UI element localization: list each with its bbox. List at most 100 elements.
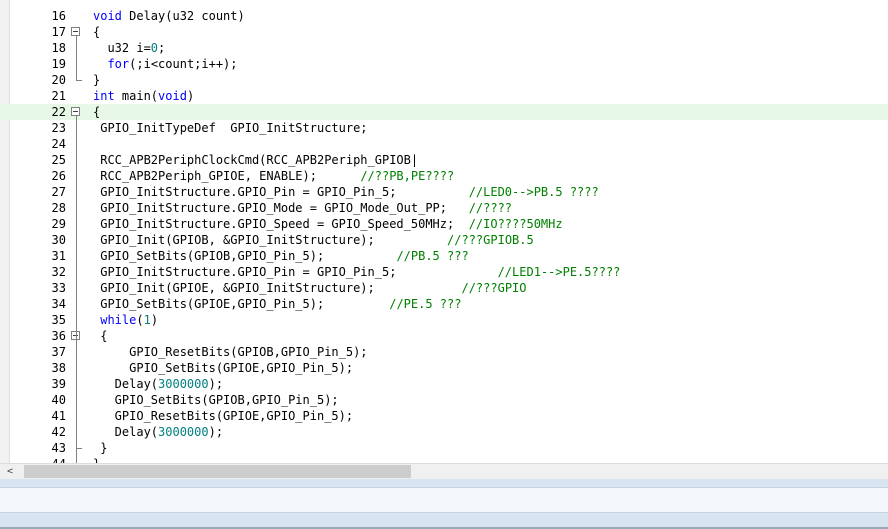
code-token: GPIO_Init(GPIOE, &GPIO_InitStructure); — [93, 281, 462, 295]
code-text[interactable]: while(1) — [93, 312, 158, 328]
code-line[interactable]: 23 GPIO_InitTypeDef GPIO_InitStructure; — [0, 120, 888, 136]
code-text[interactable]: GPIO_SetBits(GPIOB,GPIO_Pin_5); //PB.5 ?… — [93, 248, 469, 264]
code-token: GPIO_SetBits(GPIOB,GPIO_Pin_5); — [93, 249, 397, 263]
code-text[interactable]: GPIO_InitStructure.GPIO_Mode = GPIO_Mode… — [93, 200, 512, 216]
line-number: 30 — [51, 233, 66, 247]
code-line[interactable]: 19 for(;i<count;i++); — [0, 56, 888, 72]
code-token: } — [93, 441, 108, 455]
code-line[interactable]: 26 RCC_APB2Periph_GPIOE, ENABLE); //??PB… — [0, 168, 888, 184]
code-token: (;i<count;i++); — [129, 57, 238, 71]
line-number: 22 — [51, 105, 66, 119]
code-line[interactable]: 34 GPIO_SetBits(GPIOE,GPIO_Pin_5); //PE.… — [0, 296, 888, 312]
code-line[interactable]: 44} — [0, 456, 888, 463]
code-token: ) — [186, 89, 195, 103]
code-token: GPIO_InitStructure.GPIO_Pin = GPIO_Pin_5… — [93, 185, 469, 199]
comment-token: //PB.5 ??? — [396, 249, 469, 263]
code-line[interactable]: 36 { — [0, 328, 888, 344]
horizontal-scrollbar[interactable]: < — [0, 463, 888, 479]
code-text[interactable]: RCC_APB2Periph_GPIOE, ENABLE); //??PB,PE… — [93, 168, 454, 184]
line-number: 20 — [51, 73, 66, 87]
code-line[interactable]: 31 GPIO_SetBits(GPIOB,GPIO_Pin_5); //PB.… — [0, 248, 888, 264]
code-text[interactable]: RCC_APB2PeriphClockCmd(RCC_APB2Periph_GP… — [93, 152, 418, 168]
code-text[interactable]: GPIO_InitStructure.GPIO_Pin = GPIO_Pin_5… — [93, 264, 620, 280]
code-token: GPIO_SetBits(GPIOE,GPIO_Pin_5); — [93, 297, 390, 311]
code-line[interactable]: 38 GPIO_SetBits(GPIOE,GPIO_Pin_5); — [0, 360, 888, 376]
code-line[interactable]: 29 GPIO_InitStructure.GPIO_Speed = GPIO_… — [0, 216, 888, 232]
code-text[interactable]: void Delay(u32 count) — [93, 8, 245, 24]
code-text[interactable]: GPIO_Init(GPIOE, &GPIO_InitStructure); /… — [93, 280, 527, 296]
code-line[interactable]: 35 while(1) — [0, 312, 888, 328]
chevron-left-icon[interactable]: < — [2, 464, 18, 479]
code-line[interactable]: 33 GPIO_Init(GPIOE, &GPIO_InitStructure)… — [0, 280, 888, 296]
code-line[interactable]: 24 — [0, 136, 888, 152]
keyword-token: void — [158, 89, 187, 103]
code-line[interactable]: 37 GPIO_ResetBits(GPIOB,GPIO_Pin_5); — [0, 344, 888, 360]
code-text[interactable]: { — [93, 104, 100, 120]
code-text[interactable]: u32 i=0; — [93, 40, 165, 56]
code-line[interactable]: 32 GPIO_InitStructure.GPIO_Pin = GPIO_Pi… — [0, 264, 888, 280]
line-number: 41 — [51, 409, 66, 423]
line-number: 25 — [51, 153, 66, 167]
code-editor[interactable]: 16 void Delay(u32 count) 17 {18 u32 i=0; 19 … — [0, 0, 888, 463]
code-line[interactable]: 39 Delay(3000000); — [0, 376, 888, 392]
code-token: GPIO_SetBits(GPIOE,GPIO_Pin_5); — [93, 361, 354, 375]
keyword-token: int — [93, 89, 115, 103]
comment-token: //???GPIO — [461, 281, 527, 295]
code-line[interactable]: 42 Delay(3000000); — [0, 424, 888, 440]
code-line[interactable]: 16 void Delay(u32 count) — [0, 8, 888, 24]
number-token: 3000000 — [158, 377, 209, 391]
fold-collapse-icon[interactable] — [71, 107, 80, 116]
keyword-token: while — [100, 313, 137, 327]
code-text[interactable]: Delay(3000000); — [93, 376, 223, 392]
line-number: 42 — [51, 425, 66, 439]
code-line[interactable]: 17 { — [0, 24, 888, 40]
code-line[interactable]: 41 GPIO_ResetBits(GPIOE,GPIO_Pin_5); — [0, 408, 888, 424]
line-number: 39 — [51, 377, 66, 391]
line-number: 37 — [51, 345, 66, 359]
code-text[interactable]: for(;i<count;i++); — [93, 56, 238, 72]
code-text[interactable]: } — [93, 456, 100, 463]
code-text[interactable]: } — [93, 440, 107, 456]
code-text[interactable]: GPIO_SetBits(GPIOE,GPIO_Pin_5); — [93, 360, 353, 376]
line-number: 18 — [51, 41, 66, 55]
code-text[interactable]: GPIO_ResetBits(GPIOE,GPIO_Pin_5); — [93, 408, 353, 424]
code-line[interactable]: 30 GPIO_Init(GPIOB, &GPIO_InitStructure)… — [0, 232, 888, 248]
code-line[interactable]: 43 } — [0, 440, 888, 456]
code-token: GPIO_Init(GPIOB, &GPIO_InitStructure); — [93, 233, 448, 247]
code-text[interactable]: { — [93, 24, 100, 40]
code-line[interactable]: 22 { — [0, 104, 888, 120]
code-text[interactable]: Delay(3000000); — [93, 424, 223, 440]
code-token: main( — [114, 89, 159, 103]
line-number: 35 — [51, 313, 66, 327]
fold-collapse-icon[interactable] — [71, 27, 80, 36]
code-text[interactable]: { — [93, 328, 107, 344]
code-line[interactable]: 27 GPIO_InitStructure.GPIO_Pin = GPIO_Pi… — [0, 184, 888, 200]
code-text[interactable]: GPIO_ResetBits(GPIOB,GPIO_Pin_5); — [93, 344, 367, 360]
code-text[interactable]: GPIO_InitStructure.GPIO_Speed = GPIO_Spe… — [93, 216, 562, 232]
code-text[interactable]: GPIO_InitStructure.GPIO_Pin = GPIO_Pin_5… — [93, 184, 599, 200]
code-line[interactable]: 25 RCC_APB2PeriphClockCmd(RCC_APB2Periph… — [0, 152, 888, 168]
code-text[interactable]: GPIO_InitTypeDef GPIO_InitStructure; — [93, 120, 367, 136]
code-text[interactable]: } — [93, 72, 100, 88]
line-number: 23 — [51, 121, 66, 135]
code-line[interactable]: 40 GPIO_SetBits(GPIOB,GPIO_Pin_5); — [0, 392, 888, 408]
code-text[interactable]: GPIO_SetBits(GPIOE,GPIO_Pin_5); //PE.5 ?… — [93, 296, 461, 312]
code-line[interactable]: 20} — [0, 72, 888, 88]
code-line[interactable]: 28 GPIO_InitStructure.GPIO_Mode = GPIO_M… — [0, 200, 888, 216]
line-number: 40 — [51, 393, 66, 407]
comment-token: //???GPIOB.5 — [447, 233, 534, 247]
code-text[interactable]: GPIO_SetBits(GPIOB,GPIO_Pin_5); — [93, 392, 339, 408]
line-number: 44 — [10, 456, 66, 463]
line-number: 36 — [51, 329, 66, 343]
code-text[interactable]: int main(void) — [93, 88, 194, 104]
line-number: 33 — [51, 281, 66, 295]
fold-guide-line — [76, 340, 77, 448]
code-token: ; — [158, 41, 166, 55]
code-line[interactable]: 21 int main(void) — [0, 88, 888, 104]
code-text[interactable]: GPIO_Init(GPIOB, &GPIO_InitStructure); /… — [93, 232, 534, 248]
code-token: { — [93, 329, 108, 343]
scrollbar-thumb[interactable] — [24, 465, 411, 478]
code-line[interactable]: 18 u32 i=0; — [0, 40, 888, 56]
code-token: GPIO_InitStructure.GPIO_Mode = GPIO_Mode… — [93, 201, 469, 215]
